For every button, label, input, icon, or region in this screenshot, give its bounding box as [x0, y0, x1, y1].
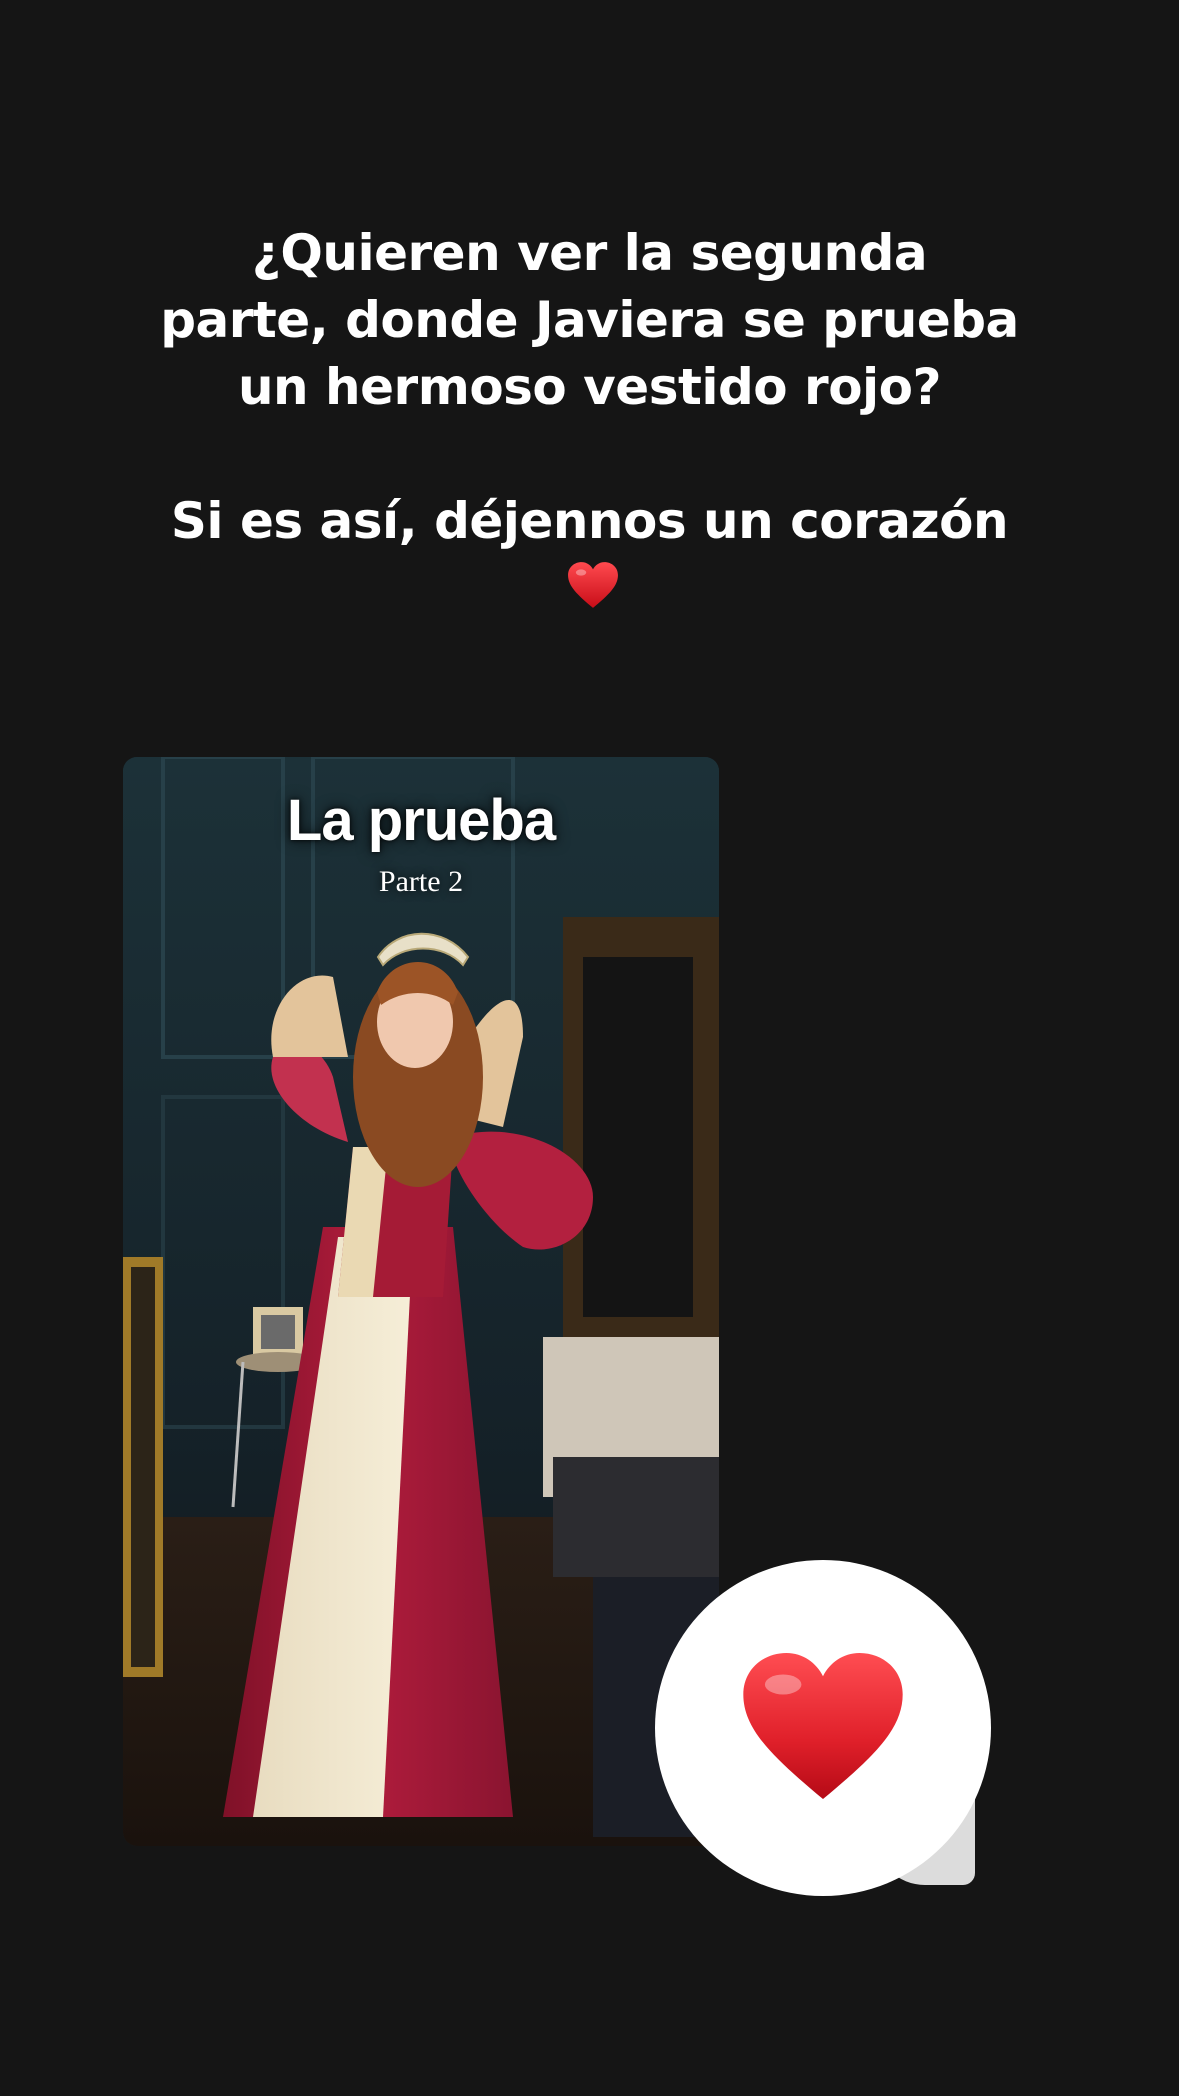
heart-reaction-sticker[interactable]	[655, 1560, 991, 1896]
story-caption: ¿Quieren ver la segunda parte, donde Jav…	[160, 220, 1019, 622]
post-subtitle: Parte 2	[378, 865, 464, 898]
caption-request-text: Si es así, déjennos un corazón	[170, 492, 1009, 550]
shared-video-post[interactable]: La prueba Parte 2	[123, 757, 719, 1846]
red-heart-icon[interactable]	[740, 1646, 906, 1806]
caption-question: ¿Quieren ver la segunda parte, donde Jav…	[160, 224, 1019, 416]
red-heart-icon	[567, 562, 618, 608]
caption-request: Si es así, déjennos un corazón	[160, 488, 1019, 622]
post-title: La prueba	[286, 788, 556, 853]
post-thumbnail-image	[123, 757, 719, 1846]
